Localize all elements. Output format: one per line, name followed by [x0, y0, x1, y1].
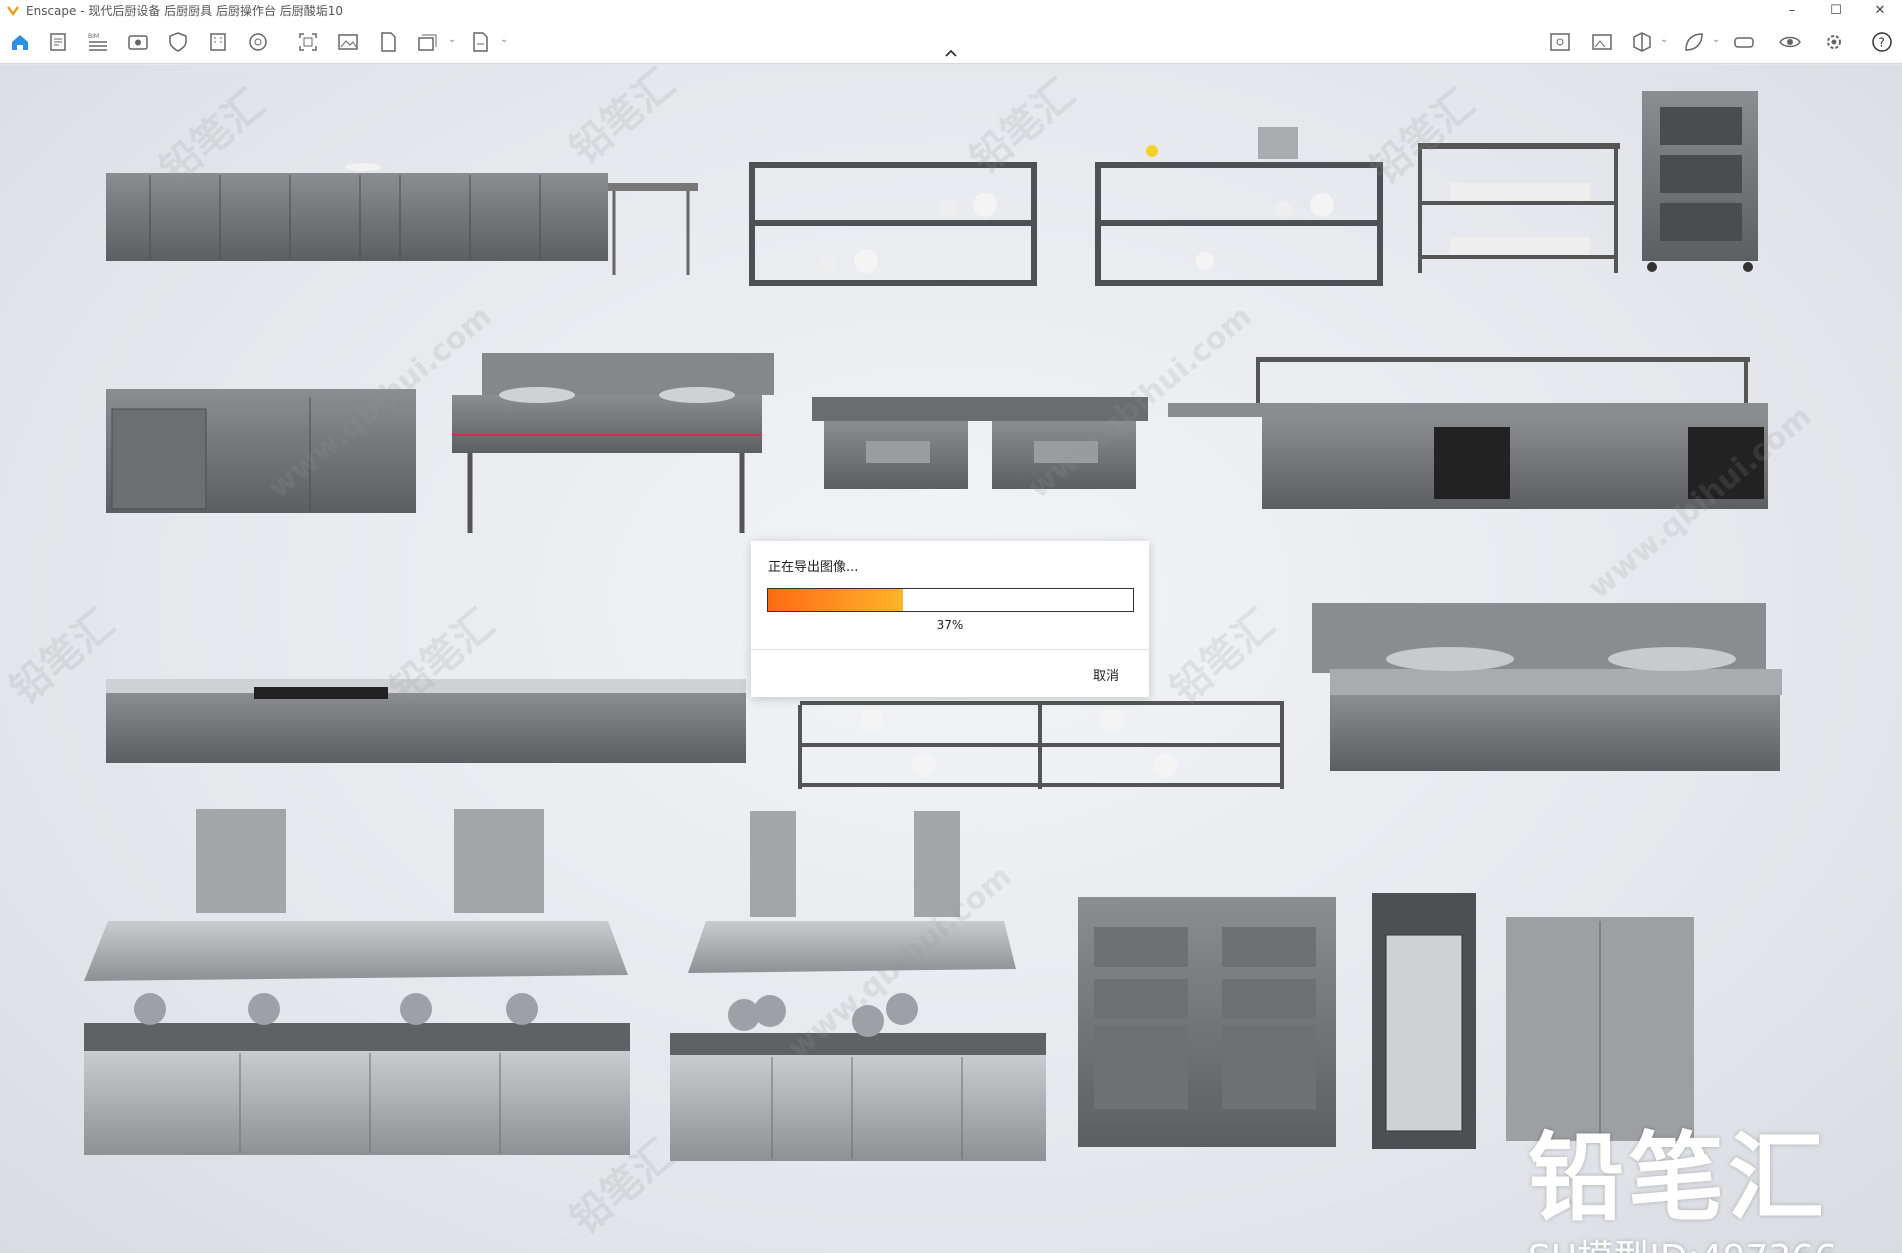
title-bar: Enscape - 现代后厨设备 后厨厨具 后厨操作台 后厨酸垢10 – ☐ ✕: [0, 0, 1902, 20]
pass-through-station: [1168, 357, 1768, 509]
heating-cabinet: [1642, 91, 1758, 272]
wok-range: [452, 353, 774, 533]
minimize-button[interactable]: –: [1770, 0, 1814, 20]
settings-icon[interactable]: [1820, 28, 1848, 56]
compass-icon[interactable]: [244, 28, 272, 56]
window-title: Enscape - 现代后厨设备 后厨厨具 后厨操作台 后厨酸垢10: [26, 3, 344, 18]
brand-watermark: 铅笔汇 SU模型ID:497366: [1528, 1100, 1837, 1253]
cube-icon[interactable]: [1628, 28, 1656, 56]
cancel-button[interactable]: 取消: [1093, 665, 1119, 684]
chevron-down-icon[interactable]: ⌄: [1712, 34, 1722, 50]
progress-percent: 37%: [936, 618, 964, 632]
glass-door-fridge: [1372, 893, 1476, 1149]
shield-icon[interactable]: [164, 28, 192, 56]
double-wok-station: [1312, 603, 1782, 771]
gas-range-long: [84, 993, 630, 1155]
svg-text:?: ?: [1879, 36, 1885, 50]
maximize-button[interactable]: ☐: [1814, 0, 1858, 20]
eye-icon[interactable]: [124, 28, 152, 56]
file-icon[interactable]: [374, 28, 402, 56]
batch-render-icon[interactable]: [414, 28, 442, 56]
undercounter-cabinet: [106, 389, 416, 513]
export-message: 正在导出图像...: [768, 560, 859, 575]
bim-icon[interactable]: BIM: [84, 28, 112, 56]
panorama-icon[interactable]: [1588, 28, 1616, 56]
export-icon[interactable]: [466, 28, 494, 56]
range-hood-right: [688, 811, 1016, 973]
model-id: SU模型ID:497366: [1528, 1229, 1837, 1253]
chevron-down-icon[interactable]: ⌄: [1660, 34, 1670, 50]
frame-icon[interactable]: [294, 28, 322, 56]
progress-bar: [767, 588, 1134, 612]
building-icon[interactable]: [204, 28, 232, 56]
dish-rack: [1418, 143, 1620, 273]
warming-cabinet-grey: [1078, 897, 1336, 1147]
chevron-down-icon[interactable]: ⌄: [500, 34, 510, 50]
enscape-logo-icon: [6, 6, 20, 17]
export-progress-dialog: 正在导出图像... 37% 取消: [751, 541, 1149, 697]
brand-name: 铅笔汇: [1528, 1122, 1828, 1234]
image-icon[interactable]: [334, 28, 362, 56]
open-shelf-left: [749, 162, 1037, 286]
vr-icon[interactable]: [1730, 28, 1758, 56]
plate-shelf: [798, 701, 1284, 789]
chevron-down-icon[interactable]: ⌄: [448, 34, 458, 50]
bim-label: BIM: [88, 33, 99, 40]
gas-range-ovens: [670, 993, 1046, 1161]
help-icon[interactable]: ?: [1868, 28, 1896, 56]
progress-fill: [768, 589, 904, 611]
visibility-icon[interactable]: [1776, 28, 1804, 56]
close-button[interactable]: ✕: [1858, 0, 1902, 20]
document-icon[interactable]: [44, 28, 72, 56]
open-shelf-right: [1095, 127, 1383, 286]
map-icon[interactable]: [1546, 28, 1574, 56]
range-hood-left: [84, 809, 628, 981]
counter-with-induction: [106, 679, 746, 763]
divider: [751, 649, 1149, 650]
home-icon[interactable]: [6, 28, 34, 56]
long-counter-cabinet: [106, 163, 698, 275]
gas-stove-pair: [812, 397, 1148, 489]
leaf-icon[interactable]: [1680, 28, 1708, 56]
collapse-toolbar-icon[interactable]: [941, 46, 961, 60]
